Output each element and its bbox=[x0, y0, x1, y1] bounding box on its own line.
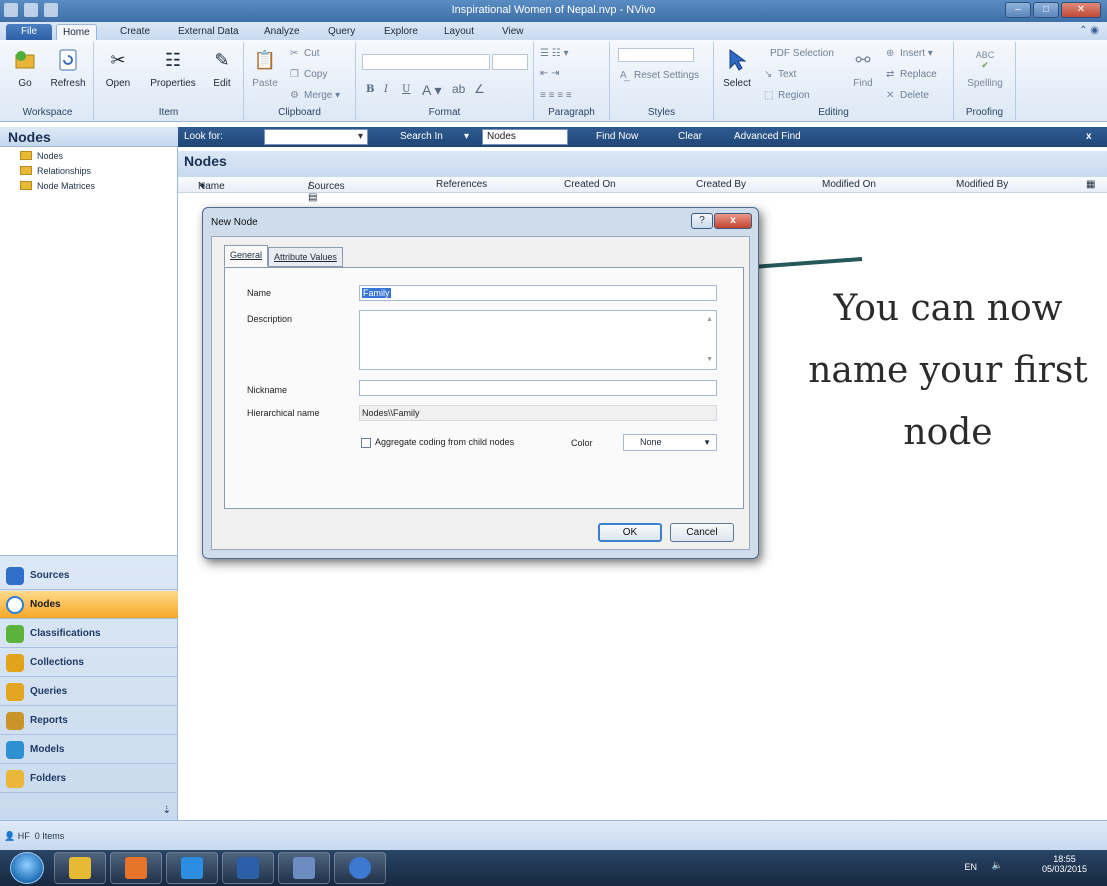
status-bar: 👤 HF 0 Items bbox=[0, 820, 1107, 850]
name-label: Name bbox=[247, 288, 272, 298]
hierarchical-name-label: Hierarchical name bbox=[247, 408, 320, 418]
dialog-body: General Attribute Values Name Family Des… bbox=[211, 236, 750, 550]
tab-attribute-values[interactable]: Attribute Values bbox=[268, 247, 343, 267]
taskbar-explorer[interactable] bbox=[54, 852, 106, 884]
volume-icon[interactable]: 🔈 bbox=[992, 860, 1003, 871]
dialog-title: New Node bbox=[211, 217, 258, 228]
description-field[interactable]: ▲ ▼ bbox=[359, 310, 717, 370]
media-player-icon bbox=[125, 857, 147, 879]
taskbar: EN 🔈 18:55 05/03/2015 bbox=[0, 850, 1107, 886]
color-label: Color bbox=[571, 438, 593, 448]
taskbar-media-player[interactable] bbox=[110, 852, 162, 884]
name-value: Family bbox=[362, 288, 391, 298]
taskbar-nvivo[interactable] bbox=[334, 852, 386, 884]
cancel-button[interactable]: Cancel bbox=[670, 523, 734, 542]
taskbar-paint[interactable] bbox=[278, 852, 330, 884]
scroll-down-icon[interactable]: ▼ bbox=[706, 353, 713, 367]
dialog-close-button[interactable]: x bbox=[714, 213, 752, 229]
taskbar-word[interactable] bbox=[222, 852, 274, 884]
hierarchical-name-field: Nodes\\Family bbox=[359, 405, 717, 421]
start-button[interactable] bbox=[10, 852, 44, 884]
paint-icon bbox=[293, 857, 315, 879]
internet-explorer-icon bbox=[181, 857, 203, 879]
new-node-dialog: New Node ? x General Attribute Values Na… bbox=[202, 207, 759, 559]
description-label: Description bbox=[247, 314, 293, 324]
nickname-label: Nickname bbox=[247, 385, 288, 395]
name-field[interactable]: Family bbox=[359, 285, 717, 301]
explorer-icon bbox=[69, 857, 91, 879]
language-indicator[interactable]: EN bbox=[964, 862, 977, 872]
status-text: 👤 HF 0 Items bbox=[4, 831, 65, 841]
nvivo-icon bbox=[349, 857, 371, 879]
clock-date[interactable]: 05/03/2015 bbox=[1042, 864, 1087, 874]
annotation-text: You can now name your first node bbox=[808, 288, 1088, 453]
clock-time[interactable]: 18:55 bbox=[1042, 854, 1087, 864]
user-icon: 👤 bbox=[4, 831, 16, 841]
taskbar-internet-explorer[interactable] bbox=[166, 852, 218, 884]
dialog-help-button[interactable]: ? bbox=[691, 213, 713, 229]
tab-general[interactable]: General bbox=[224, 245, 269, 267]
aggregate-label: Aggregate coding from child nodes bbox=[375, 437, 515, 447]
scroll-up-icon[interactable]: ▲ bbox=[706, 313, 713, 327]
system-tray: EN 🔈 18:55 05/03/2015 bbox=[964, 854, 1087, 874]
word-icon bbox=[237, 857, 259, 879]
nickname-field[interactable] bbox=[359, 380, 717, 396]
ok-button[interactable]: OK bbox=[598, 523, 662, 542]
aggregate-checkbox[interactable] bbox=[361, 438, 371, 448]
color-select[interactable]: None ▼ bbox=[623, 434, 717, 451]
chevron-down-icon: ▼ bbox=[703, 438, 711, 447]
general-tab-panel: Name Family Description ▲ ▼ Nickname Hie… bbox=[224, 267, 744, 509]
